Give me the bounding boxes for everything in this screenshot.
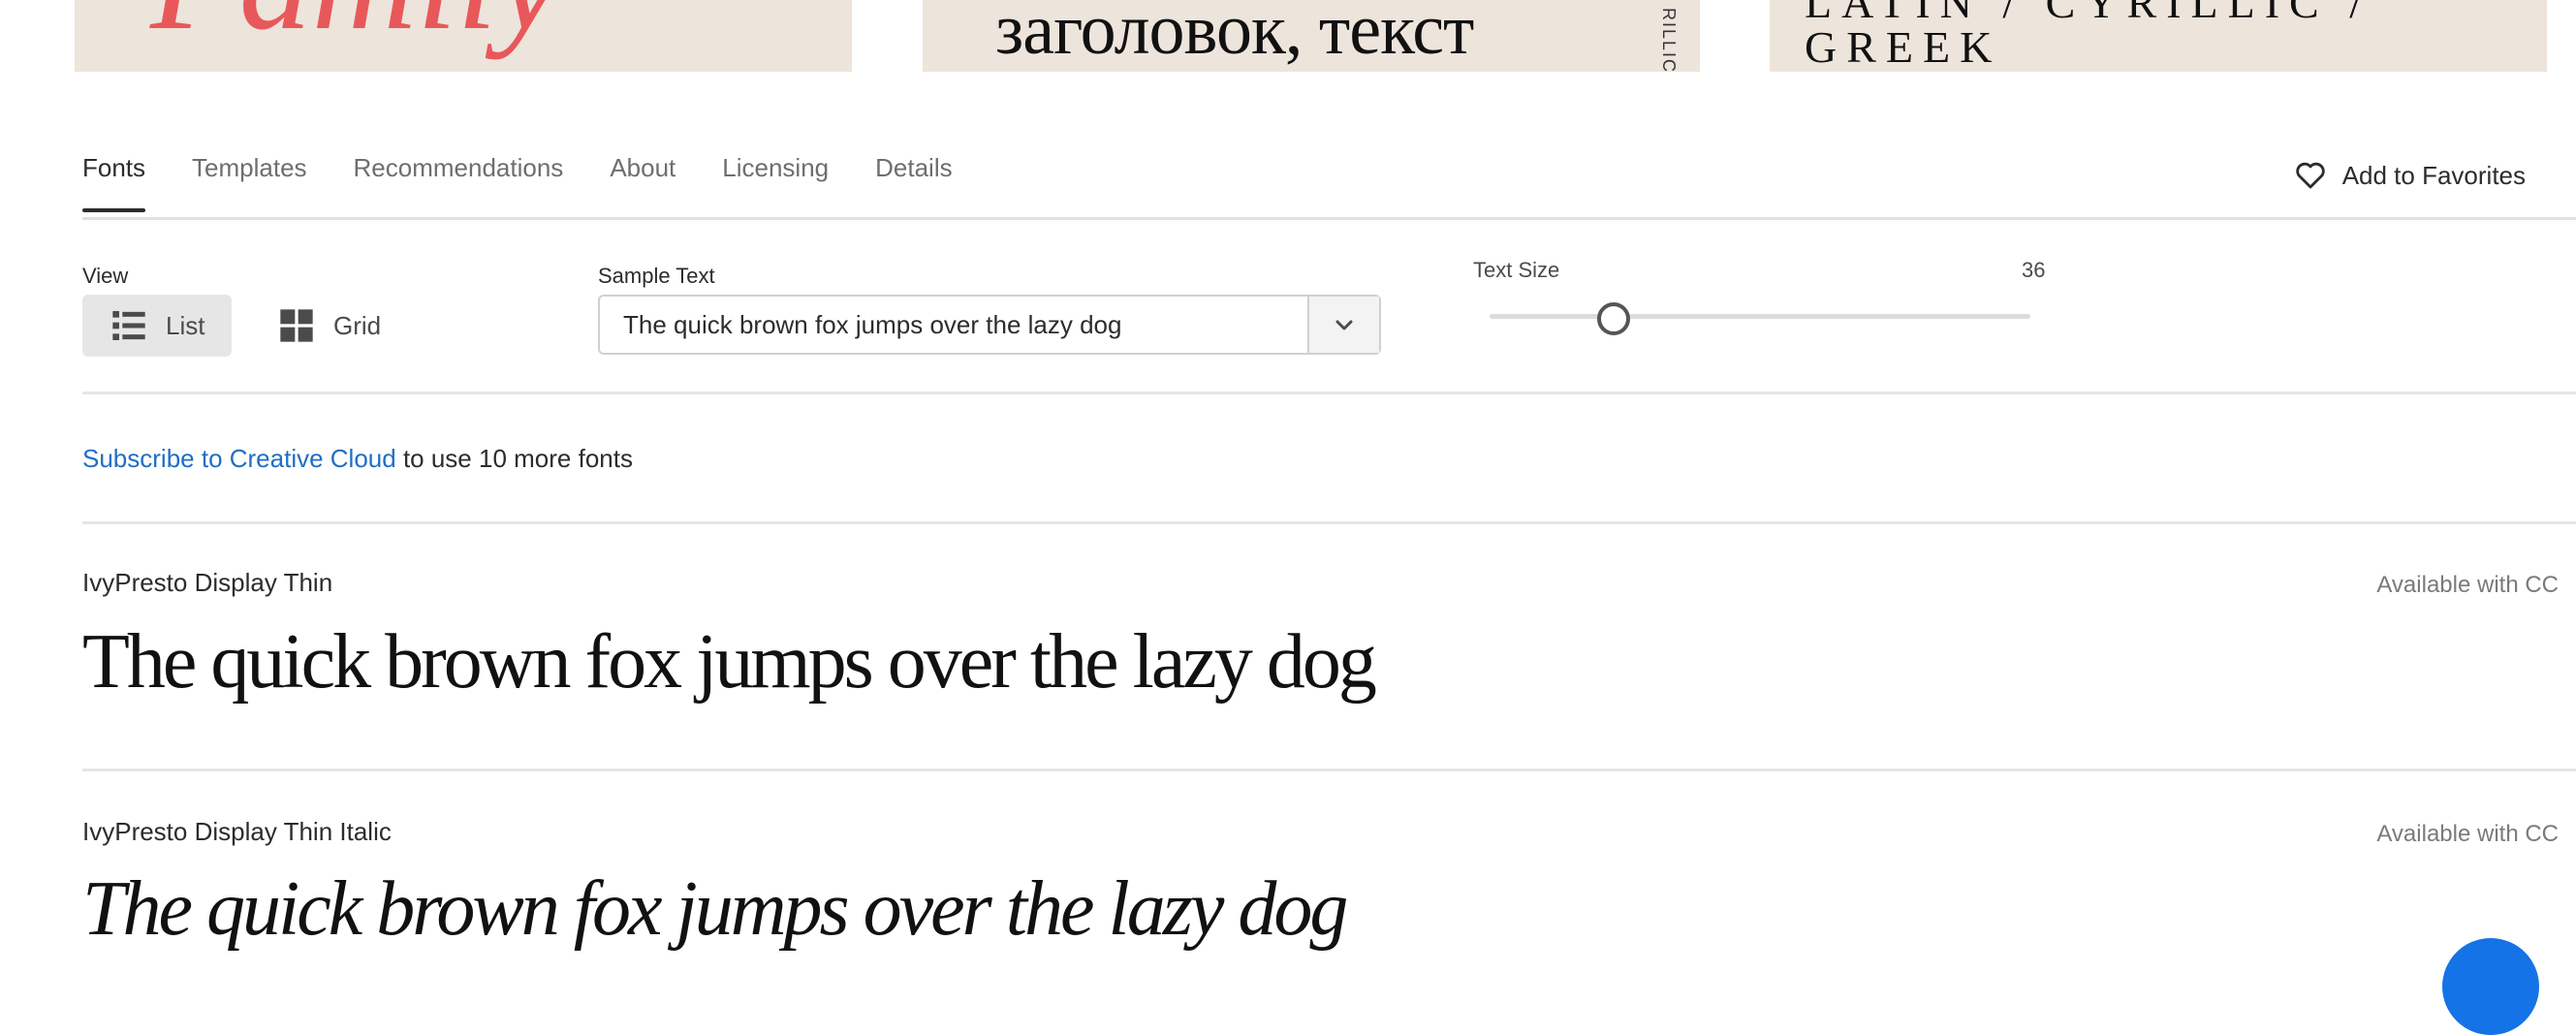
text-size-value: 36 bbox=[2022, 258, 2046, 282]
add-to-favorites-button[interactable]: Add to Favorites bbox=[2294, 159, 2526, 192]
promo-card-cyrillic[interactable]: заголовок, текст RILLIC bbox=[923, 0, 1700, 72]
add-to-favorites-label: Add to Favorites bbox=[2341, 160, 2526, 190]
font-row-divider bbox=[82, 768, 2576, 771]
font-sample-text: The quick brown fox jumps over the lazy … bbox=[82, 619, 1377, 705]
font-name: IvyPresto Display Thin bbox=[82, 568, 333, 597]
tab-licensing[interactable]: Licensing bbox=[722, 153, 829, 212]
promo-card-family[interactable]: Family bbox=[75, 0, 852, 72]
chat-help-button[interactable] bbox=[2442, 938, 2539, 1035]
font-name: IvyPresto Display Thin Italic bbox=[82, 817, 392, 846]
subscribe-notice-text: to use 10 more fonts bbox=[395, 444, 633, 473]
chevron-down-icon bbox=[1335, 320, 1353, 330]
view-label: View bbox=[82, 264, 129, 288]
subscribe-link[interactable]: Subscribe to Creative Cloud bbox=[82, 444, 396, 473]
font-availability: Available with CC bbox=[2376, 572, 2559, 598]
subscribe-divider bbox=[82, 521, 2576, 524]
heart-icon bbox=[2296, 162, 2325, 189]
sample-text-label: Sample Text bbox=[598, 264, 715, 288]
text-size-label: Text Size bbox=[1473, 258, 1560, 282]
controls-divider bbox=[82, 392, 2576, 394]
promo-card-cyrillic-vertical-label: RILLIC bbox=[1659, 8, 1679, 72]
tab-templates[interactable]: Templates bbox=[192, 153, 307, 212]
promo-card-cyrillic-text: заголовок, текст bbox=[995, 0, 1474, 70]
text-size-slider-track[interactable] bbox=[1490, 314, 2030, 319]
view-list-label: List bbox=[166, 310, 205, 340]
promo-banner-row: Family заголовок, текст RILLIC LATIN / C… bbox=[0, 0, 2576, 72]
font-sample-text: The quick brown fox jumps over the lazy … bbox=[82, 866, 1348, 952]
subscribe-notice: Subscribe to Creative Cloud to use 10 mo… bbox=[82, 444, 633, 474]
tab-about[interactable]: About bbox=[610, 153, 675, 212]
promo-card-scripts[interactable]: LATIN / CYRILLIC / GREEK bbox=[1770, 0, 2547, 72]
sample-text-input[interactable] bbox=[600, 296, 1307, 354]
promo-card-family-text: Family bbox=[150, 0, 562, 52]
tab-fonts[interactable]: Fonts bbox=[82, 153, 146, 212]
text-size-slider-thumb[interactable] bbox=[1597, 302, 1630, 335]
grid-icon bbox=[280, 309, 313, 342]
family-tabs: Fonts Templates Recommendations About Li… bbox=[82, 153, 999, 212]
font-availability: Available with CC bbox=[2376, 821, 2559, 847]
view-grid-button[interactable]: Grid bbox=[250, 295, 408, 357]
view-grid-label: Grid bbox=[333, 310, 382, 340]
promo-card-scripts-text: LATIN / CYRILLIC / GREEK bbox=[1805, 0, 2372, 72]
tab-details[interactable]: Details bbox=[875, 153, 952, 212]
tabs-divider bbox=[82, 217, 2576, 220]
sample-text-combobox bbox=[598, 295, 1381, 355]
list-icon bbox=[112, 311, 145, 340]
sample-text-dropdown-button[interactable] bbox=[1307, 297, 1379, 353]
tab-recommendations[interactable]: Recommendations bbox=[354, 153, 564, 212]
view-list-button[interactable]: List bbox=[82, 295, 233, 357]
